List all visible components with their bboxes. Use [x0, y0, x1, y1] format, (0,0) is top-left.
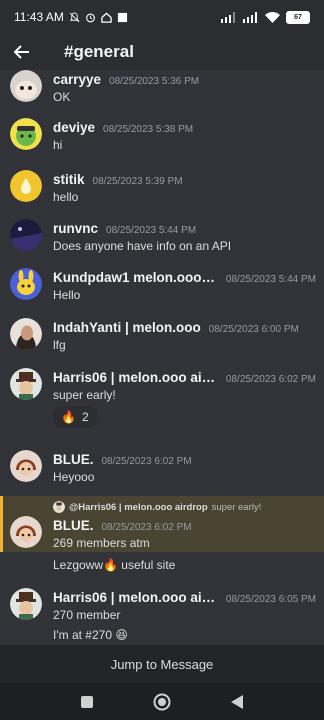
recents-button[interactable]: [77, 692, 97, 712]
avatar[interactable]: [10, 70, 42, 102]
wifi-icon: [265, 11, 280, 23]
message-text: hi: [53, 138, 63, 152]
message-author[interactable]: Kundpdaw1 melon.oooo ai...: [53, 270, 218, 285]
message-text: super early!: [53, 388, 116, 402]
recents-icon: [81, 695, 94, 708]
message-text: Does anyone have info on an API: [53, 239, 232, 253]
avatar[interactable]: [10, 118, 42, 150]
message-author[interactable]: IndahYanti | melon.ooo: [53, 320, 201, 335]
channel-header: #general: [0, 34, 324, 70]
channel-title: #general: [64, 42, 134, 61]
message-text: Heyooo: [53, 470, 95, 484]
reply-author[interactable]: @Harris06 | melon.ooo airdrop: [69, 502, 208, 513]
battery-icon: 67: [286, 10, 310, 24]
signal-icon-2: [243, 11, 257, 23]
jump-to-message-label: Jump to Message: [110, 656, 214, 672]
home-button[interactable]: [152, 692, 172, 712]
fire-emoji-icon: 🔥: [61, 410, 76, 424]
mute-icon: [69, 11, 80, 22]
reply-reference[interactable]: @Harris06 | melon.ooo airdrop super earl…: [53, 501, 261, 513]
message-text: Hello: [53, 288, 81, 302]
message-timestamp: 08/25/2023 6:02 PM: [101, 456, 192, 467]
reaction-count: 2: [81, 410, 89, 424]
status-time: 11:43 AM: [14, 10, 64, 24]
message-author[interactable]: runvnc: [53, 221, 98, 236]
back-triangle-icon: [230, 694, 243, 709]
reaction-pill[interactable]: 🔥 2: [53, 406, 97, 428]
arrow-left-icon: [14, 45, 29, 59]
signal-icon: [221, 11, 235, 23]
reply-avatar: [53, 501, 65, 513]
message-timestamp: 08/25/2023 5:39 PM: [92, 176, 183, 187]
avatar[interactable]: [10, 268, 42, 300]
message-timestamp: 08/25/2023 6:02 PM: [225, 374, 316, 385]
avatar[interactable]: [10, 170, 42, 202]
avatar[interactable]: [10, 219, 42, 251]
back-nav-button[interactable]: [227, 692, 247, 712]
message-text: OK: [53, 90, 71, 104]
message-timestamp: 08/25/2023 6:00 PM: [208, 324, 299, 335]
avatar[interactable]: [10, 368, 42, 400]
message-author[interactable]: deviye: [53, 120, 95, 135]
message-list[interactable]: carryye 08/25/2023 5:36 PM OK deviye 08/…: [0, 70, 324, 645]
system-nav-bar: [0, 683, 324, 720]
alarm-icon: [85, 13, 95, 22]
message-timestamp: 08/25/2023 5:36 PM: [109, 76, 200, 87]
message-text: hello: [53, 190, 79, 204]
message-author[interactable]: stitik: [53, 172, 85, 187]
message-text: lfg: [53, 338, 66, 352]
back-button[interactable]: [0, 34, 44, 70]
jump-to-message-button[interactable]: Jump to Message: [0, 645, 324, 683]
reply-text: super early!: [211, 501, 262, 513]
message-author[interactable]: Harris06 | melon.ooo airdr...: [53, 370, 218, 385]
avatar[interactable]: [10, 318, 42, 350]
message-timestamp: 08/25/2023 5:44 PM: [225, 274, 316, 285]
square-icon: [117, 12, 127, 22]
message-author[interactable]: carryye: [53, 72, 101, 87]
home-icon: [101, 12, 112, 23]
message-timestamp: 08/25/2023 5:44 PM: [106, 225, 197, 236]
avatar[interactable]: [10, 450, 42, 482]
status-bar: 11:43 AM 67: [0, 0, 324, 34]
home-circle-icon: [153, 693, 171, 710]
message-timestamp: 08/25/2023 5:38 PM: [103, 124, 194, 135]
message-author[interactable]: BLUE.: [53, 452, 94, 467]
